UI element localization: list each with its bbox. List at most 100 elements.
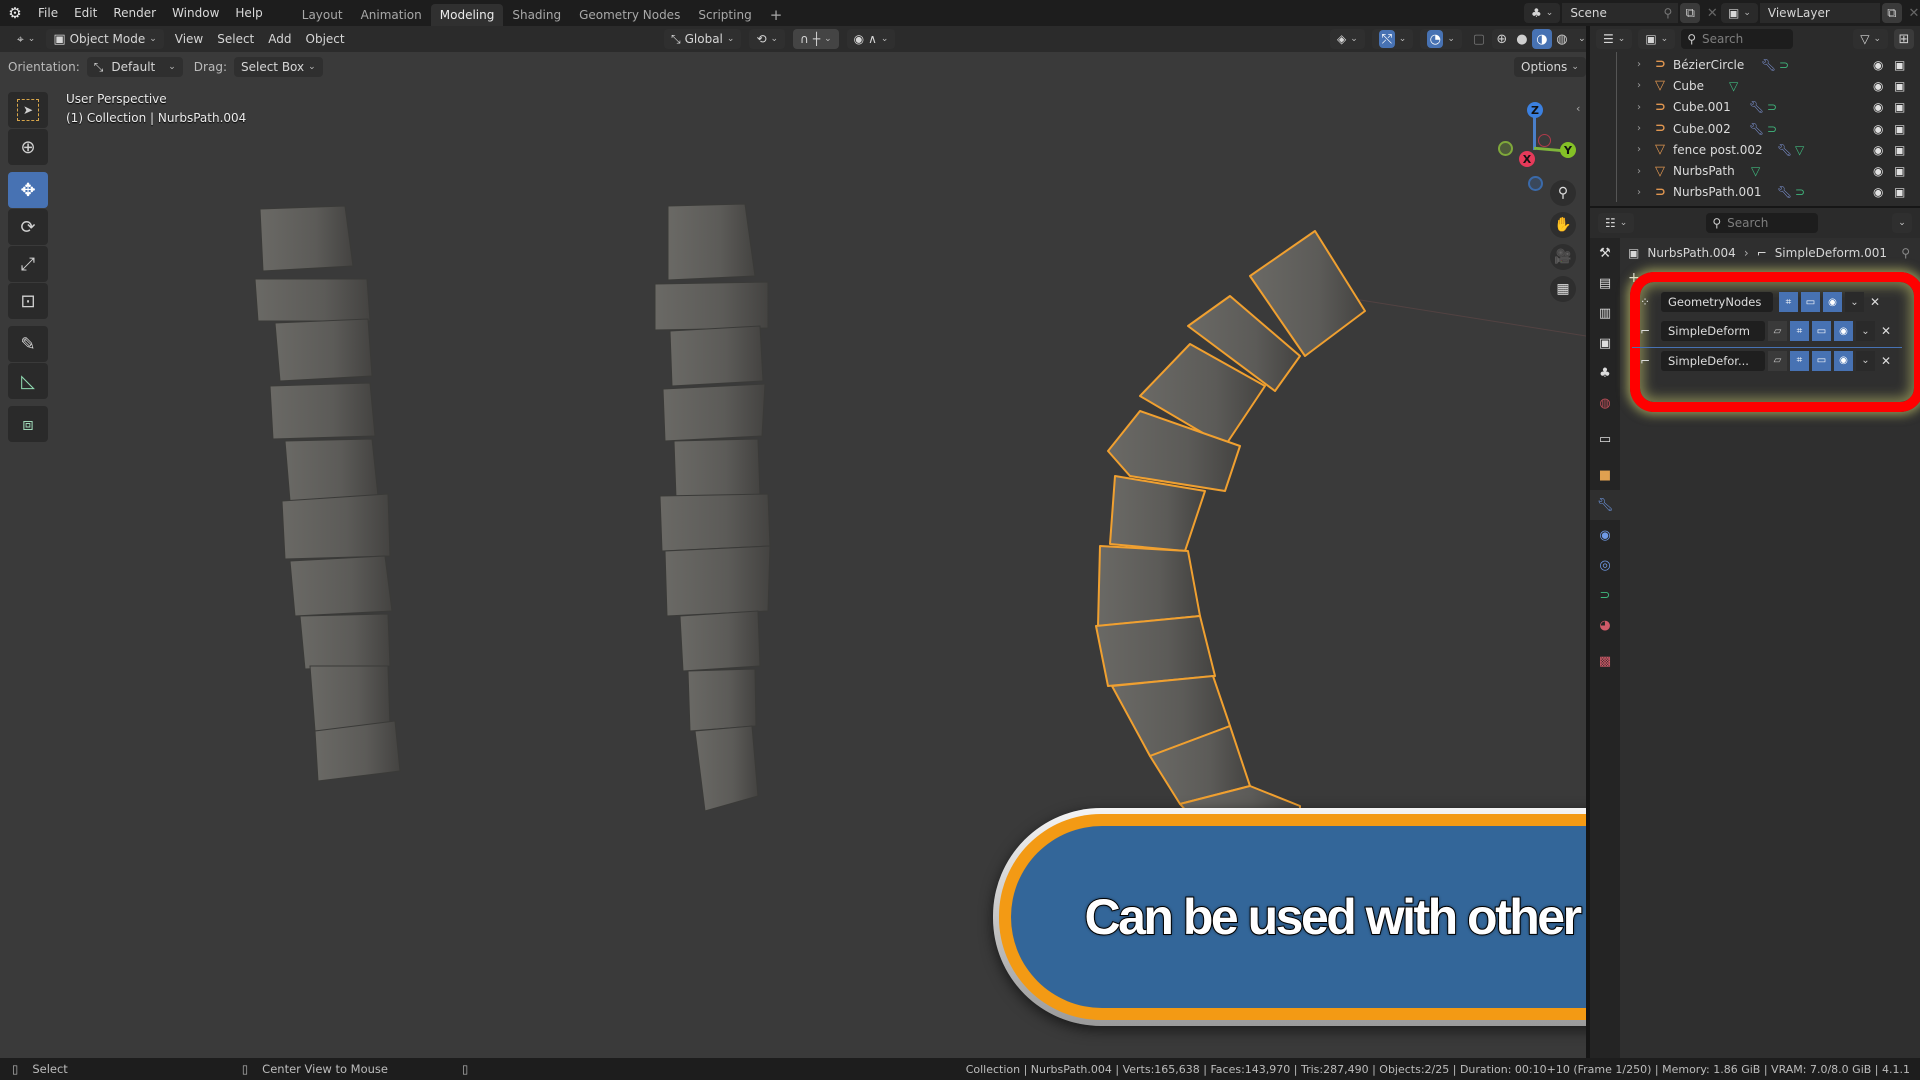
cursor-tool[interactable]: ⊕ bbox=[8, 129, 48, 165]
tab-animation[interactable]: Animation bbox=[352, 4, 431, 26]
modifier-name-field[interactable]: SimpleDefor... bbox=[1661, 350, 1765, 371]
eye-visibility-icon[interactable]: ◉ bbox=[1873, 100, 1883, 114]
eye-visibility-icon[interactable]: ◉ bbox=[1873, 143, 1883, 157]
tab-shading[interactable]: Shading bbox=[503, 4, 570, 26]
object-tab-icon[interactable]: ■ bbox=[1590, 460, 1620, 490]
measure-tool[interactable]: ◺ bbox=[8, 363, 48, 399]
blender-logo-icon[interactable]: ⚙ bbox=[0, 4, 30, 22]
new-collection-icon[interactable]: ⊞ bbox=[1894, 29, 1914, 49]
menu-help[interactable]: Help bbox=[227, 0, 270, 26]
physics-tab-icon[interactable]: ◎ bbox=[1590, 550, 1620, 580]
render-toggle-camera-icon[interactable]: ◉ bbox=[1834, 350, 1853, 371]
menu-file[interactable]: File bbox=[30, 0, 66, 26]
outliner-editor-type-button[interactable]: ☰ ⌄ bbox=[1596, 29, 1633, 49]
tab-layout[interactable]: Layout bbox=[293, 4, 352, 26]
edit-mode-toggle-icon[interactable]: ⌗ bbox=[1790, 321, 1809, 341]
on-cage-toggle-icon[interactable]: ▱ bbox=[1768, 350, 1787, 371]
eye-visibility-icon[interactable]: ◉ bbox=[1873, 164, 1883, 178]
expand-arrow-icon[interactable]: › bbox=[1637, 123, 1641, 134]
camera-render-icon[interactable]: ▣ bbox=[1894, 143, 1905, 157]
pin-icon[interactable]: ⚲ bbox=[1664, 6, 1673, 20]
expand-arrow-icon[interactable]: › bbox=[1637, 166, 1641, 177]
curve-data-icon[interactable]: ⊃ bbox=[1767, 122, 1777, 136]
y-axis-handle[interactable]: Y bbox=[1560, 142, 1576, 158]
add-workspace-button[interactable]: + bbox=[761, 4, 792, 26]
remove-modifier-close-icon[interactable]: ✕ bbox=[1867, 295, 1883, 309]
outliner-item[interactable]: › ▽ NurbsPath ▽ ◉ ▣ bbox=[1591, 160, 1920, 181]
camera-view-icon[interactable]: 🎥 bbox=[1550, 244, 1576, 270]
expand-arrow-icon[interactable]: › bbox=[1637, 187, 1641, 198]
viewport-display-toggle-icon[interactable]: ▭ bbox=[1801, 292, 1820, 312]
tab-scripting[interactable]: Scripting bbox=[689, 4, 760, 26]
output-tab-icon[interactable]: ▥ bbox=[1590, 298, 1620, 328]
modifier-item-simple-deform-001[interactable]: ⌐ SimpleDefor... ▱ ⌗ ▭ ◉ ⌄ ✕ bbox=[1632, 347, 1902, 373]
menu-window[interactable]: Window bbox=[164, 0, 227, 26]
on-cage-toggle-icon[interactable]: ▱ bbox=[1768, 321, 1787, 341]
camera-render-icon[interactable]: ▣ bbox=[1894, 100, 1905, 114]
modifier-dropdown-chevron-icon[interactable]: ⌄ bbox=[1856, 321, 1875, 341]
object-data-tab-icon[interactable]: ⊃ bbox=[1590, 580, 1620, 610]
transform-tool[interactable]: ⊡ bbox=[8, 283, 48, 319]
tab-modeling[interactable]: Modeling bbox=[430, 4, 504, 26]
camera-render-icon[interactable]: ▣ bbox=[1894, 185, 1905, 199]
neg-z-axis-handle[interactable] bbox=[1528, 176, 1543, 191]
viewport-display-toggle-icon[interactable]: ▭ bbox=[1812, 321, 1831, 341]
perspective-toggle-grid-icon[interactable]: ▦ bbox=[1550, 276, 1576, 302]
outliner-item[interactable]: › ⊃ Cube.002 🔧︎ ⊃ ◉ ▣ bbox=[1591, 118, 1920, 139]
eye-visibility-icon[interactable]: ◉ bbox=[1873, 58, 1883, 72]
delete-scene-icon[interactable]: ✕ bbox=[1702, 3, 1722, 23]
outliner-item[interactable]: › ⊃ Cube.001 🔧︎ ⊃ ◉ ▣ bbox=[1591, 97, 1920, 118]
edit-mode-toggle-icon[interactable]: ⌗ bbox=[1790, 350, 1809, 371]
wrench-modifier-icon[interactable]: 🔧︎ bbox=[1777, 143, 1792, 157]
rotate-tool[interactable]: ⟳ bbox=[8, 209, 48, 245]
wrench-modifier-icon[interactable]: 🔧︎ bbox=[1777, 185, 1792, 199]
display-mode-button[interactable]: ▣ ⌄ bbox=[1638, 29, 1676, 49]
mesh-data-icon[interactable]: ▽ bbox=[1751, 164, 1760, 178]
render-toggle-camera-icon[interactable]: ◉ bbox=[1823, 292, 1842, 312]
mesh-data-icon[interactable]: ▽ bbox=[1795, 143, 1804, 157]
properties-options-icon[interactable]: ⌄ bbox=[1892, 213, 1912, 233]
3d-viewport[interactable]: ⌖ ⌄ ▣ Object Mode ⌄ View Select Add Object … bbox=[0, 26, 1586, 1058]
camera-render-icon[interactable]: ▣ bbox=[1894, 164, 1905, 178]
properties-editor-type-button[interactable]: ☷ ⌄ bbox=[1598, 213, 1635, 233]
view-layer-name-field[interactable]: ViewLayer bbox=[1759, 3, 1880, 23]
pan-view-hand-icon[interactable]: ✋ bbox=[1550, 212, 1576, 238]
viewport-display-toggle-icon[interactable]: ▭ bbox=[1812, 350, 1831, 371]
wrench-modifier-icon[interactable]: 🔧︎ bbox=[1749, 122, 1764, 136]
expand-arrow-icon[interactable]: › bbox=[1637, 59, 1641, 70]
modifier-item-simple-deform[interactable]: ⌐ SimpleDeform ▱ ⌗ ▭ ◉ ⌄ ✕ bbox=[1632, 318, 1902, 344]
outliner-item[interactable]: › ⊃ BézierCircle 🔧︎ ⊃ ◉ ▣ bbox=[1591, 54, 1920, 75]
scale-tool[interactable]: ⤢ bbox=[8, 246, 48, 282]
remove-modifier-close-icon[interactable]: ✕ bbox=[1878, 354, 1894, 368]
remove-modifier-close-icon[interactable]: ✕ bbox=[1878, 324, 1894, 338]
world-tab-icon[interactable]: ◍ bbox=[1590, 388, 1620, 418]
outliner-search-input[interactable]: ⚲ Search bbox=[1681, 29, 1794, 49]
add-cube-tool[interactable]: ⧈ bbox=[8, 406, 48, 442]
view-layer-tab-icon[interactable]: ▣ bbox=[1590, 328, 1620, 358]
zoom-view-icon[interactable]: ⚲ bbox=[1550, 180, 1576, 206]
curve-data-icon[interactable]: ⊃ bbox=[1779, 58, 1789, 72]
view-layer-selector-button[interactable]: ▣ ⌄ bbox=[1721, 3, 1758, 23]
render-tab-icon[interactable]: ▤ bbox=[1590, 268, 1620, 298]
curve-data-icon[interactable]: ⊃ bbox=[1795, 185, 1805, 199]
neg-x-axis-handle[interactable] bbox=[1538, 134, 1551, 147]
modifier-item-geometry-nodes[interactable]: ⁘ GeometryNodes ⌗ ▭ ◉ ⌄ ✕ bbox=[1632, 289, 1902, 315]
camera-render-icon[interactable]: ▣ bbox=[1894, 79, 1905, 93]
new-scene-icon[interactable]: ⧉ bbox=[1680, 3, 1701, 23]
edit-mode-toggle-icon[interactable]: ⌗ bbox=[1779, 292, 1798, 312]
modifiers-tab-wrench-icon[interactable]: 🔧︎ bbox=[1590, 490, 1620, 520]
new-view-layer-icon[interactable]: ⧉ bbox=[1881, 3, 1902, 23]
scene-name-field[interactable]: Scene ⚲ bbox=[1562, 3, 1679, 23]
delete-view-layer-icon[interactable]: ✕ bbox=[1904, 3, 1920, 23]
expand-arrow-icon[interactable]: › bbox=[1637, 80, 1641, 91]
mesh-data-icon[interactable]: ▽ bbox=[1729, 79, 1738, 93]
collection-tab-icon[interactable]: ▭ bbox=[1590, 424, 1620, 454]
modifier-name-field[interactable]: SimpleDeform bbox=[1661, 321, 1765, 341]
properties-search-input[interactable]: ⚲ Search bbox=[1706, 213, 1819, 233]
annotate-tool[interactable]: ✎ bbox=[8, 326, 48, 362]
scene-selector-button[interactable]: ♣ ⌄ bbox=[1524, 3, 1561, 23]
menu-edit[interactable]: Edit bbox=[66, 0, 105, 26]
filter-button[interactable]: ▽ ⌄ bbox=[1853, 29, 1888, 49]
wrench-modifier-icon[interactable]: 🔧︎ bbox=[1749, 100, 1764, 114]
modifier-dropdown-chevron-icon[interactable]: ⌄ bbox=[1845, 292, 1864, 312]
